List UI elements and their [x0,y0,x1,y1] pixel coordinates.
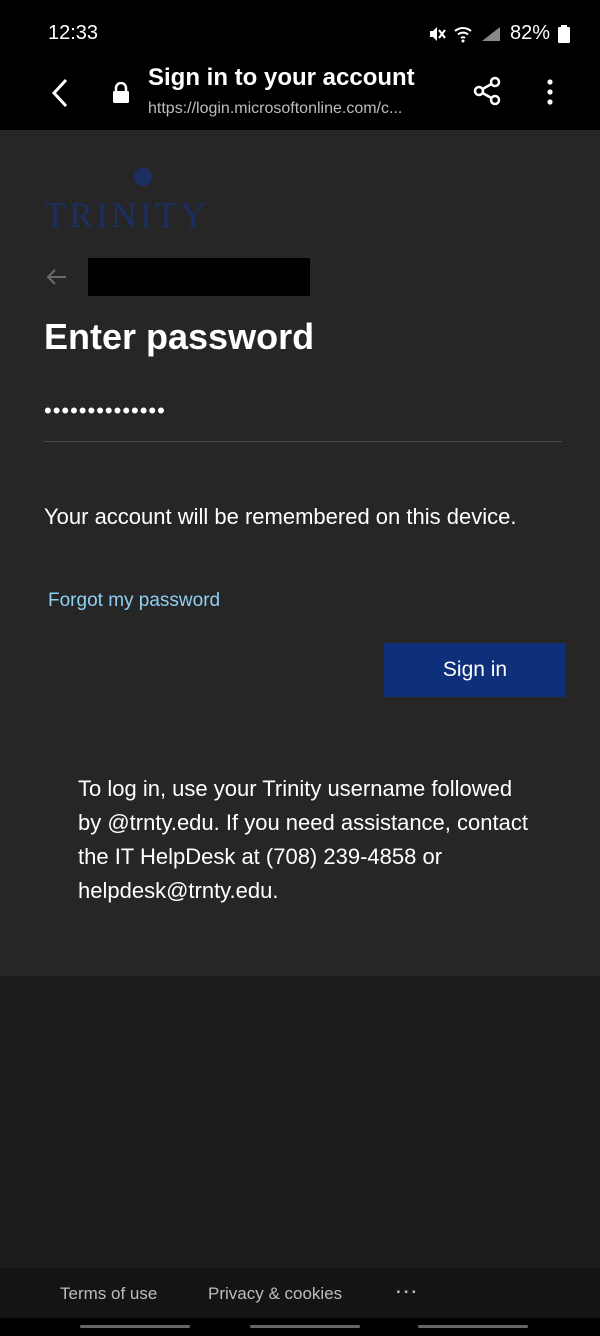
footer-more-button[interactable]: ... [396,1278,419,1298]
login-help-text: To log in, use your Trinity username fol… [78,776,528,903]
terms-of-use-link[interactable]: Terms of use [60,1284,157,1304]
back-arrow-icon[interactable] [44,267,68,287]
mute-icon [429,26,446,41]
redacted-email [88,258,310,296]
status-bar: 12:33 82% [0,0,600,56]
status-icons: 82% [428,22,570,45]
privacy-cookies-link[interactable]: Privacy & cookies [208,1284,342,1304]
more-vert-icon[interactable] [540,76,560,108]
status-time: 12:33 [48,22,99,44]
sign-in-button[interactable]: Sign in [384,643,566,697]
back-arrow-icon[interactable] [46,76,74,110]
remember-account-text: Your account will be remembered on this … [44,504,517,529]
password-input[interactable]: •••••••••••••• [44,392,562,442]
share-icon[interactable] [472,76,502,106]
page-title: Sign in to your account [148,64,415,91]
identity-row [44,258,310,296]
browser-toolbar: Sign in to your account https://login.mi… [0,56,600,130]
page-heading: Enter password [44,316,315,357]
lock-icon [113,82,129,103]
page-url[interactable]: https://login.microsoftonline.com/c... [148,100,480,118]
logo-text: TRINITY [44,195,209,235]
signal-icon [481,26,500,41]
forgot-password-link[interactable]: Forgot my password [48,590,220,612]
battery-percentage: 82% [509,22,550,44]
footer: Terms of use Privacy & cookies ... [0,1268,600,1318]
nav-recent-pill[interactable] [80,1325,190,1328]
battery-icon [558,24,570,43]
nav-home-pill[interactable] [250,1325,360,1328]
organization-logo: TRINITY [44,168,234,238]
logo-dot [134,168,152,186]
system-nav-bar [0,1318,600,1336]
screen: 12:33 82% Sign in to your account https:… [0,0,600,1336]
wifi-icon [454,26,472,42]
sign-in-card: TRINITY Enter password •••••••••••••• Yo… [0,130,600,976]
nav-back-pill[interactable] [418,1325,528,1328]
